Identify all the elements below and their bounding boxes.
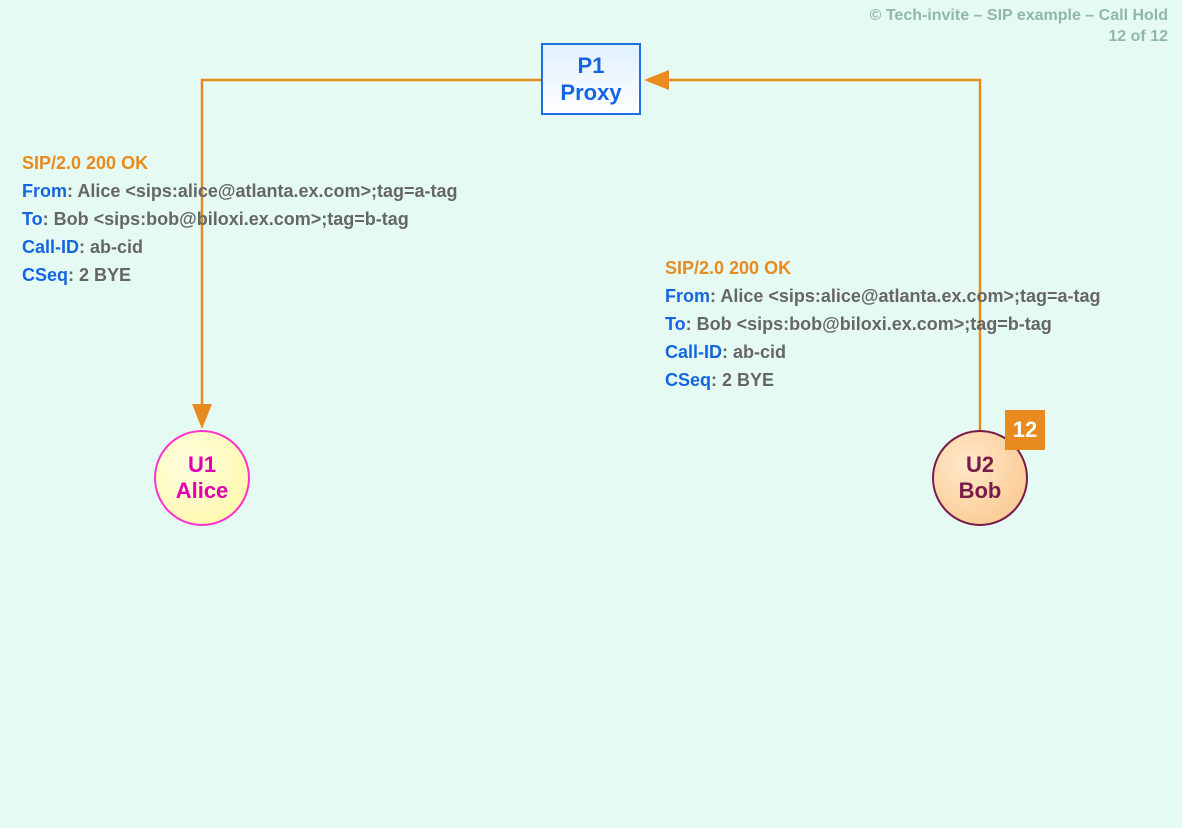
sip-callid-value-left: : ab-cid bbox=[79, 237, 143, 257]
sip-cseq-right: CSeq: 2 BYE bbox=[665, 367, 1101, 395]
page-header: © Tech-invite – SIP example – Call Hold … bbox=[870, 6, 1168, 48]
sip-callid-value-right: : ab-cid bbox=[722, 342, 786, 362]
proxy-node: P1 Proxy bbox=[541, 43, 641, 115]
copyright-text: © Tech-invite – SIP example – Call Hold bbox=[870, 6, 1168, 27]
sip-cseq-value-left: : 2 BYE bbox=[68, 265, 131, 285]
sip-callid-label-right: Call-ID bbox=[665, 342, 722, 362]
sip-message-left: SIP/2.0 200 OK From: Alice <sips:alice@a… bbox=[22, 150, 458, 289]
sip-status-left: SIP/2.0 200 OK bbox=[22, 150, 458, 178]
node-u2-id: U2 bbox=[966, 452, 994, 478]
sip-to-right: To: Bob <sips:bob@biloxi.ex.com>;tag=b-t… bbox=[665, 311, 1101, 339]
sip-to-label-right: To bbox=[665, 314, 686, 334]
sip-cseq-label-left: CSeq bbox=[22, 265, 68, 285]
node-u1-id: U1 bbox=[188, 452, 216, 478]
node-u1-alice: U1 Alice bbox=[154, 430, 250, 526]
sip-from-left: From: Alice <sips:alice@atlanta.ex.com>;… bbox=[22, 178, 458, 206]
sip-callid-label-left: Call-ID bbox=[22, 237, 79, 257]
sip-to-value-right: : Bob <sips:bob@biloxi.ex.com>;tag=b-tag bbox=[686, 314, 1052, 334]
sip-from-value-left: : Alice <sips:alice@atlanta.ex.com>;tag=… bbox=[67, 181, 458, 201]
sip-callid-right: Call-ID: ab-cid bbox=[665, 339, 1101, 367]
sip-to-label-left: To bbox=[22, 209, 43, 229]
sip-from-label-right: From bbox=[665, 286, 710, 306]
sip-status-right: SIP/2.0 200 OK bbox=[665, 255, 1101, 283]
sip-from-value-right: : Alice <sips:alice@atlanta.ex.com>;tag=… bbox=[710, 286, 1101, 306]
proxy-label: Proxy bbox=[543, 79, 639, 107]
page-counter: 12 of 12 bbox=[870, 27, 1168, 48]
sip-cseq-left: CSeq: 2 BYE bbox=[22, 262, 458, 290]
sip-cseq-label-right: CSeq bbox=[665, 370, 711, 390]
sip-from-right: From: Alice <sips:alice@atlanta.ex.com>;… bbox=[665, 283, 1101, 311]
node-u1-name: Alice bbox=[176, 478, 229, 504]
sip-callid-left: Call-ID: ab-cid bbox=[22, 234, 458, 262]
sip-from-label-left: From bbox=[22, 181, 67, 201]
proxy-id: P1 bbox=[543, 52, 639, 80]
node-u2-name: Bob bbox=[959, 478, 1002, 504]
sip-message-right: SIP/2.0 200 OK From: Alice <sips:alice@a… bbox=[665, 255, 1101, 394]
sip-cseq-value-right: : 2 BYE bbox=[711, 370, 774, 390]
sip-to-value-left: : Bob <sips:bob@biloxi.ex.com>;tag=b-tag bbox=[43, 209, 409, 229]
step-badge: 12 bbox=[1005, 410, 1045, 450]
sip-to-left: To: Bob <sips:bob@biloxi.ex.com>;tag=b-t… bbox=[22, 206, 458, 234]
